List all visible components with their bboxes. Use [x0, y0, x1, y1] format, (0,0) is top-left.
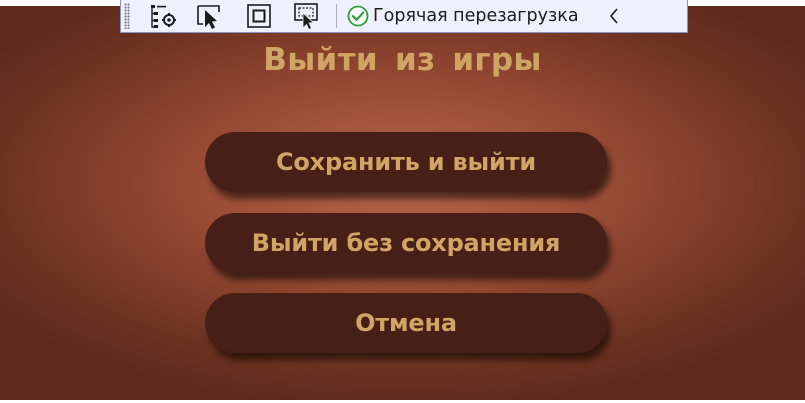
cancel-button[interactable]: Отмена	[205, 293, 607, 353]
chevron-left-icon	[609, 8, 618, 24]
save-and-exit-button[interactable]: Сохранить и выйти	[205, 132, 607, 192]
hot-reload-button[interactable]: Горячая перезагрузка	[347, 5, 579, 27]
xaml-debug-toolbar: Горячая перезагрузка	[120, 0, 688, 33]
display-layout-adorners-icon[interactable]	[242, 1, 276, 31]
toolbar-separator	[336, 4, 337, 28]
check-circle-icon	[347, 5, 369, 27]
toolbar-grip-handle[interactable]	[124, 3, 130, 29]
tree-settings-icon[interactable]	[146, 1, 180, 31]
track-focused-element-icon[interactable]	[290, 1, 324, 31]
select-element-icon[interactable]	[194, 1, 228, 31]
app-window: Выйти из игры Сохранить и выйти Выйти бе…	[0, 0, 805, 403]
collapse-toolbar-button[interactable]	[605, 4, 623, 28]
exit-dialog: Выйти из игры Сохранить и выйти Выйти бе…	[0, 6, 805, 400]
hot-reload-label: Горячая перезагрузка	[373, 6, 579, 26]
dialog-title: Выйти из игры	[263, 42, 542, 78]
exit-without-saving-button[interactable]: Выйти без сохранения	[205, 213, 607, 273]
